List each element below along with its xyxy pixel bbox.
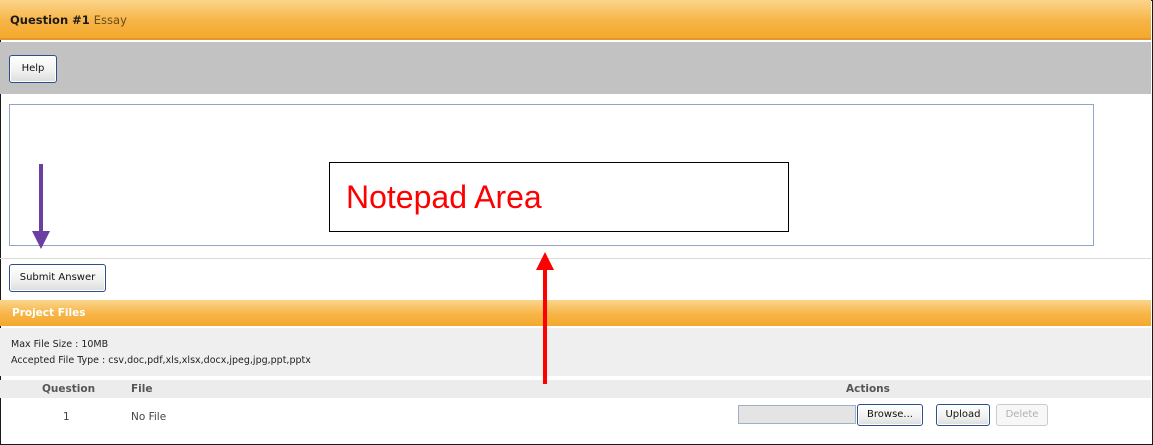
annotation-arrows (32, 164, 554, 384)
purple-arrow-down (32, 164, 50, 249)
red-arrow-up (536, 252, 554, 384)
